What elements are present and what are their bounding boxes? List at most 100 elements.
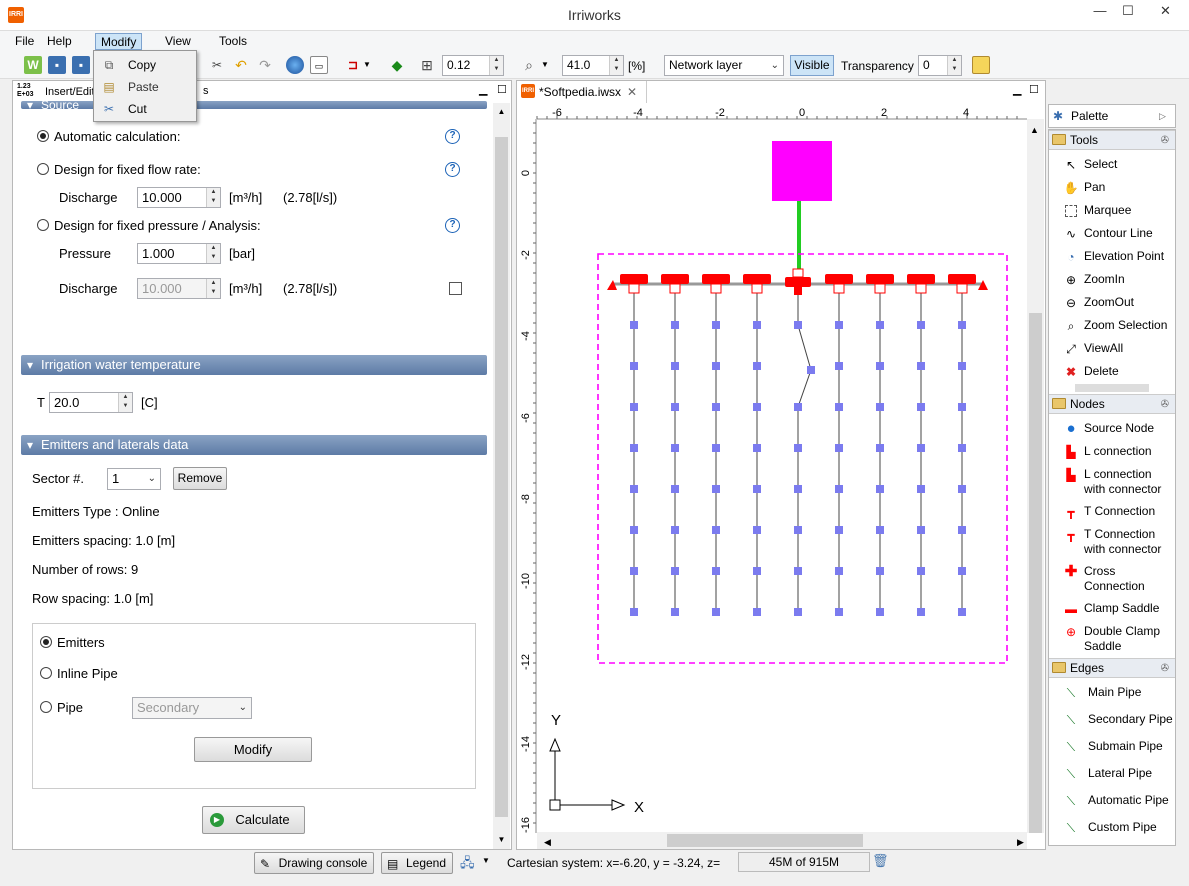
section-water-temperature[interactable]: Irrigation water temperature [21,355,487,375]
visible-toggle[interactable]: Visible [790,55,834,76]
emitter [712,403,720,411]
magnet-icon[interactable]: ⊐ [344,56,362,74]
scroll-down-icon[interactable]: ▼ [493,831,510,848]
zoom-chevron-down-icon[interactable]: ▼ [540,56,550,74]
close-tab-icon[interactable]: ✕ [627,81,637,103]
folder-icon [1052,398,1066,409]
help-icon[interactable]: ? [445,218,460,233]
pipe-type-select[interactable]: Secondary ⌄ [132,697,252,719]
menu-tools[interactable]: Tools [214,33,252,50]
scroll-up-icon[interactable]: ▲ [493,103,510,120]
menu-view[interactable]: View [160,33,196,50]
palette-section-tools[interactable]: Tools ✇ [1049,130,1175,150]
sector-select[interactable]: 1 ⌄ [107,468,161,490]
copy-tool-icon[interactable]: ✂ [208,56,226,74]
h-ruler-label: 2 [881,107,887,119]
grid-size-stepper[interactable]: 0.12 ▲ ▼ [442,55,504,76]
menu-item-paste[interactable]: ▤ Paste [95,76,195,98]
editor-minimize-icon[interactable]: ▁ [1013,83,1021,96]
zoom-stepper[interactable]: 41.0 ▲ ▼ [562,55,624,76]
new-project-icon[interactable]: W [24,56,42,74]
network-icon[interactable]: 🖧 [460,854,475,876]
pin-icon[interactable]: ✇ [1161,659,1169,678]
connector [710,283,722,294]
emitter [753,567,761,575]
radio-pipe[interactable] [40,701,52,713]
minimize-button[interactable]: — [1086,0,1114,22]
left-panel-scrollbar[interactable]: ▲ ▼ [493,103,510,849]
layer-select[interactable]: Network layer ⌄ [664,55,784,76]
undo-icon[interactable]: ↶ [232,56,250,74]
radio-inline-pipe[interactable] [40,667,52,679]
editor-maximize-icon[interactable]: ☐ [1029,83,1039,96]
section-emitters-laterals[interactable]: Emitters and laterals data [21,435,487,455]
inline-pipe-option-label: Inline Pipe [57,666,118,681]
redo-icon[interactable]: ↷ [256,56,274,74]
trash-icon[interactable]: 🗑 [872,853,889,869]
pressure-unit: [bar] [229,246,256,261]
save-as-icon[interactable]: ▪ [72,56,90,74]
maximize-button[interactable]: ☐ [1114,0,1142,22]
pipe-icon: ⟍ [1066,713,1076,727]
pressure-stepper[interactable]: 1.000 ▲ ▼ [137,243,221,264]
transparency-stepper[interactable]: 0 ▲ ▼ [918,55,962,76]
help-icon[interactable]: ? [445,129,460,144]
temperature-stepper[interactable]: 20.0 ▲ ▼ [49,392,133,413]
tools-scroll-indicator[interactable] [1075,384,1149,392]
discharge-stepper[interactable]: 10.000 ▲ ▼ [137,187,221,208]
h-ruler-label: -4 [633,107,643,119]
row-spacing-text: Row spacing: 1.0 [m] [32,591,154,606]
chevron-down-icon[interactable]: ▼ [362,56,372,74]
discharge2-stepper[interactable]: 10.000 ▲ ▼ [137,278,221,299]
emitter [876,485,884,493]
menu-item-copy[interactable]: ⧉ Copy [95,54,195,76]
palette-section-edges[interactable]: Edges ✇ [1049,658,1175,678]
palette-expand-icon[interactable]: ▷ [1159,105,1166,127]
menu-item-cut[interactable]: ✂ Cut [95,98,195,120]
discharge-unit: [m³/h] [229,190,263,205]
canvas[interactable]: -6 -4 -2 0 2 4 0 -2 -4 -6 -8 -10 -12 -14… [517,103,1045,849]
help-icon[interactable]: ? [445,162,460,177]
connector [628,283,640,294]
map-icon[interactable]: ◆ [388,56,406,74]
menu-help[interactable]: Help [42,33,77,50]
radio-auto-calc[interactable] [37,130,49,142]
network-chevron-down-icon[interactable]: ▼ [482,856,490,865]
palette-header[interactable]: ✱ Palette ▷ [1048,104,1176,128]
palette-section-nodes[interactable]: Nodes ✇ [1049,394,1175,414]
drawing-console-button[interactable]: ✎ Drawing console [254,852,374,874]
pin-icon[interactable]: ✇ [1161,131,1169,150]
globe-icon[interactable] [286,56,304,74]
close-button[interactable]: ✕ [1142,0,1189,22]
calculate-button[interactable]: ▶ Calculate [202,806,305,834]
discharge-checkbox[interactable] [449,282,462,295]
section-source[interactable]: Source [21,101,487,109]
scroll-thumb[interactable] [495,137,508,817]
radio-emitters[interactable] [40,636,52,648]
legend-button[interactable]: ▤ Legend [381,852,453,874]
copy-icon: ⧉ [104,58,114,72]
image-icon[interactable]: ▭ [310,56,328,74]
tab-softpedia[interactable]: IRRI *Softpedia.iwsx ✕ [517,81,647,103]
lock-icon[interactable] [972,56,990,74]
pin-icon[interactable]: ✇ [1161,395,1169,414]
save-icon[interactable]: ▪ [48,56,66,74]
emitter [794,526,802,534]
modify-button[interactable]: Modify [194,737,312,762]
menu-modify[interactable]: Modify [95,33,143,50]
panel-maximize-icon[interactable]: ☐ [497,83,507,96]
panel-minimize-icon[interactable]: ▁ [479,83,487,96]
emitter [876,567,884,575]
file-icon: IRRI [521,84,535,98]
emitter [807,366,815,374]
menu-file[interactable]: File [10,33,39,50]
v-ruler-label: -14 [520,736,532,752]
emitter [958,485,966,493]
grid-icon[interactable]: ⊞ [418,56,436,74]
marquee-icon [1065,205,1077,217]
zoom-icon[interactable]: ⌕ [520,56,538,74]
remove-button[interactable]: Remove [173,467,227,490]
radio-fixed-pressure[interactable] [37,219,49,231]
radio-fixed-flow[interactable] [37,163,49,175]
discharge-label: Discharge [59,190,118,205]
